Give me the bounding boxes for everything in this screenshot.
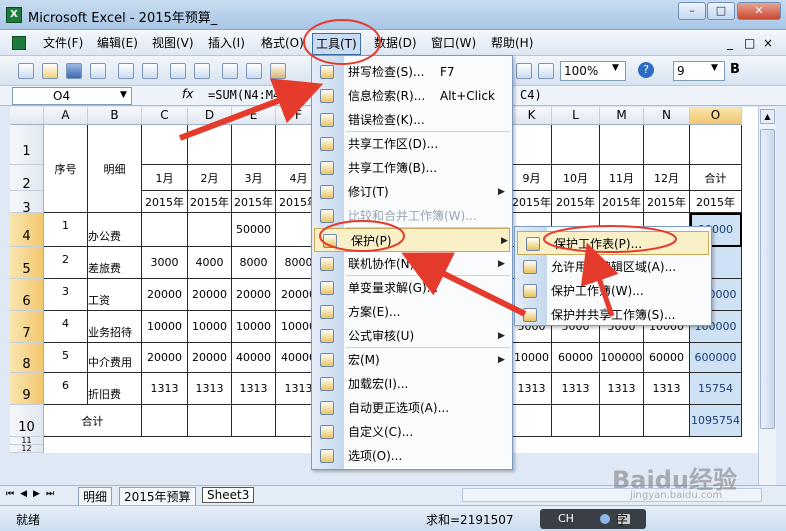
- annotation-circle-protect: [319, 220, 405, 252]
- annotation-circle-tools: [303, 19, 381, 65]
- watermark-url: jingyan.baidu.com: [630, 490, 723, 501]
- annotation-overlay: [178, 19, 677, 317]
- annotation-arrow-tools: [178, 78, 324, 141]
- annotation-arrow-protect: [401, 252, 527, 317]
- annotation-circle-protect-sheet: [543, 225, 677, 253]
- annotation-arrow-protect-sheet: [580, 242, 619, 317]
